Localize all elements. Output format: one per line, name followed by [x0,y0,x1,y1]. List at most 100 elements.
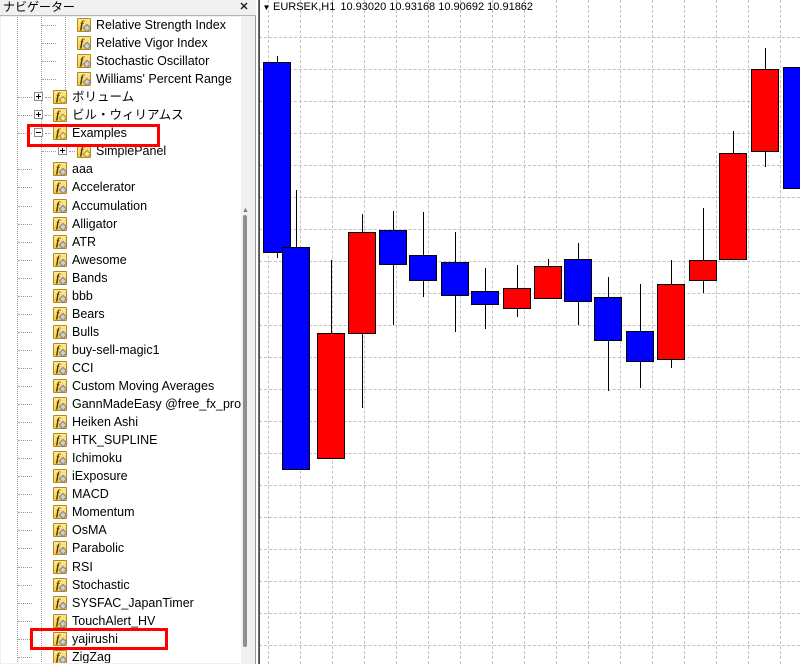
tree-item-osma[interactable]: f OsMA [1,521,241,539]
tree-item-custom-moving-averages[interactable]: f Custom Moving Averages [1,377,241,395]
f-glyph: f [80,55,84,68]
f-folder-icon[interactable]: f [53,90,68,105]
f-indicator-icon[interactable]: f [53,198,68,213]
f-indicator-icon[interactable]: f [53,379,68,394]
chart-panel[interactable]: ▼ EURSEK,H1 10.93020 10.93168 10.90692 10.… [258,0,800,664]
tree-item-aaa[interactable]: f aaa [1,160,241,178]
f-folder-icon[interactable]: f [53,126,68,141]
f-glyph: f [56,217,60,230]
tree-guide-tick [18,620,32,622]
tree-item-relative-strength-index[interactable]: f Relative Strength Index [1,17,241,34]
tree-item-alligator[interactable]: f Alligator [1,215,241,233]
f-indicator-icon[interactable]: f [53,433,68,448]
tree-item-bands[interactable]: f Bands [1,269,241,287]
tree-item-htk-supline[interactable]: f HTK_SUPLINE [1,431,241,449]
tree-item-accumulation[interactable]: f Accumulation [1,197,241,215]
f-indicator-icon[interactable]: f [53,559,68,574]
chevron-down-icon[interactable]: ▼ [261,2,272,13]
f-indicator-icon[interactable]: f [77,54,92,69]
scroll-up-arrow-icon[interactable]: ▲ [241,207,250,215]
f-indicator-icon[interactable]: f [53,216,68,231]
tree-item-simplepanel[interactable]: f SimplePanel [1,142,241,160]
expand-icon[interactable] [58,146,67,156]
tree-item-gannmadeeasy-free-fx-pro[interactable]: f GannMadeEasy @free_fx_pro [1,395,241,413]
tree-item-yajirushi[interactable]: f yajirushi [1,630,241,648]
candle-body [534,266,562,299]
tree-item-rsi[interactable]: f RSI [1,558,241,576]
icon-badge [58,475,68,484]
tree-item-bbb[interactable]: f bbb [1,287,241,305]
f-indicator-icon[interactable]: f [53,342,68,358]
f-indicator-icon[interactable]: f [53,252,68,267]
tree-item-examples[interactable]: f Examples [1,124,241,142]
icon-badge [58,384,68,394]
f-indicator-icon[interactable]: f [53,306,68,322]
tree-guide-tick [18,602,32,604]
f-indicator-icon[interactable]: f [53,415,68,430]
tree-item-stochastic-oscillator[interactable]: f Stochastic Oscillator [1,52,241,70]
f-indicator-icon[interactable]: f [53,487,68,502]
f-indicator-icon[interactable]: f [53,649,68,663]
tree-item-bears[interactable]: f Bears [1,305,241,323]
tree-item-heiken-ashi[interactable]: f Heiken Ashi [1,413,241,431]
tree-guide-tick [18,295,32,297]
f-glyph: f [56,181,60,194]
f-glyph: f [56,488,60,501]
icon-badge [58,529,68,538]
f-indicator-icon[interactable]: f [77,18,92,33]
f-indicator-icon[interactable]: f [53,451,68,466]
tree-item-ichimoku[interactable]: f Ichimoku [1,449,241,467]
tree-item-buy-sell-magic1[interactable]: f buy-sell-magic1 [1,341,241,359]
close-icon[interactable]: ✕ [238,1,250,14]
navigator-scrollbar-thumb[interactable] [243,215,247,647]
tree-item-macd[interactable]: f MACD [1,485,241,503]
tree-item-awesome[interactable]: f Awesome [1,251,241,269]
f-indicator-icon[interactable]: f [53,324,68,340]
f-indicator-icon[interactable]: f [53,180,68,195]
f-indicator-icon[interactable]: f [53,631,68,646]
f-indicator-icon[interactable]: f [53,577,68,592]
navigator-tree[interactable]: f Relative Strength Index f Relative Vigor … [1,17,241,663]
tree-item-parabolic[interactable]: f Parabolic [1,539,241,557]
f-indicator-icon[interactable]: f [53,234,68,249]
expand-icon[interactable] [34,92,43,102]
tree-item-relative-vigor-index[interactable]: f Relative Vigor Index [1,34,241,52]
tree-item-bulls[interactable]: f Bulls [1,323,241,341]
tree-item-atr[interactable]: f ATR [1,233,241,251]
f-folder-icon[interactable]: f [53,108,68,123]
candle-body [657,284,685,360]
f-glyph: f [56,199,60,212]
f-indicator-icon[interactable]: f [53,541,68,556]
tree-item-accelerator[interactable]: f Accelerator [1,178,241,196]
tree-item-momentum[interactable]: f Momentum [1,503,241,521]
expand-icon[interactable] [34,110,43,120]
collapse-icon[interactable] [34,128,43,138]
f-indicator-icon[interactable]: f [53,469,68,484]
tree-item-[interactable]: f ビル・ウィリアムス [1,106,241,124]
gridline-vertical [748,0,749,664]
tree-item-zigzag[interactable]: f ZigZag [1,648,241,663]
f-indicator-icon[interactable]: f [77,36,92,51]
f-glyph: f [56,289,60,302]
f-indicator-icon[interactable]: f [53,397,68,412]
tree-guide-tick [18,638,32,640]
tree-item-sysfac-japantimer[interactable]: f SYSFAC_JapanTimer [1,594,241,612]
tree-item-stochastic[interactable]: f Stochastic [1,576,241,594]
f-indicator-icon[interactable]: f [53,288,68,303]
tree-item-cci[interactable]: f CCI [1,359,241,377]
f-indicator-icon[interactable]: f [77,72,92,87]
f-indicator-icon[interactable]: f [53,270,68,285]
tree-guide-tick [18,584,32,586]
tree-item-touchalert-hv[interactable]: f TouchAlert_HV [1,612,241,630]
tree-item-iexposure[interactable]: f iExposure [1,467,241,485]
f-indicator-icon[interactable]: f [53,505,68,520]
tree-item-williams-percent-range[interactable]: f Williams' Percent Range [1,70,241,88]
tree-guide-tick [18,349,32,351]
f-indicator-icon[interactable]: f [53,595,68,610]
tree-item-[interactable]: f ボリューム [1,88,241,106]
f-folder-icon[interactable]: f [77,144,92,159]
f-indicator-icon[interactable]: f [53,162,68,177]
f-indicator-icon[interactable]: f [53,360,68,376]
f-indicator-icon[interactable]: f [53,613,68,628]
f-indicator-icon[interactable]: f [53,523,68,538]
